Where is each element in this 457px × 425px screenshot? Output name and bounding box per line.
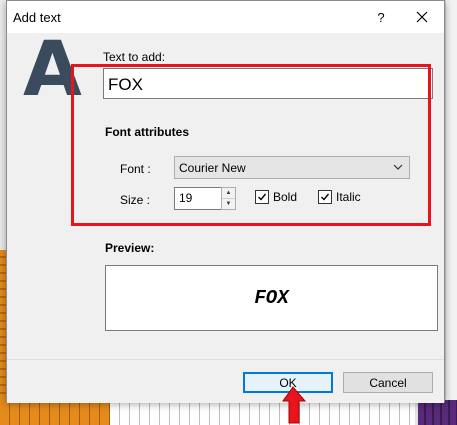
checkmark-icon [321, 193, 330, 201]
spin-down-icon[interactable]: ▼ [222, 198, 235, 209]
bold-label: Bold [273, 190, 298, 204]
chevron-down-icon [393, 164, 403, 170]
red-arrow-icon [282, 386, 307, 424]
italic-checkbox[interactable]: Italic [318, 190, 361, 204]
add-text-dialog: Add text ? A Text to add: Font attribute… [6, 0, 445, 403]
spin-up-icon[interactable]: ▲ [222, 188, 235, 198]
size-label: Size : [120, 193, 151, 207]
checkmark-icon [258, 193, 267, 201]
text-to-add-input[interactable] [103, 68, 433, 99]
preview-text: FOX [254, 287, 289, 309]
background-right-panel [445, 0, 457, 425]
preview-panel: FOX [105, 265, 438, 331]
background-color-swatch [418, 400, 457, 425]
help-button[interactable]: ? [366, 1, 396, 33]
close-icon [416, 11, 428, 23]
italic-checkbox-box[interactable] [318, 190, 332, 204]
dialog-title: Add text [13, 10, 61, 25]
font-select-value: Courier New [179, 160, 246, 175]
cancel-button[interactable]: Cancel [343, 372, 433, 393]
bold-checkbox-box[interactable] [255, 190, 269, 204]
close-button[interactable] [404, 1, 440, 33]
font-select[interactable]: Courier New [174, 156, 410, 179]
text-to-add-label: Text to add: [103, 50, 166, 64]
bold-checkbox[interactable]: Bold [255, 190, 297, 204]
size-spinner[interactable]: ▲ ▼ [221, 187, 236, 210]
preview-label: Preview: [105, 241, 155, 255]
font-label: Font : [120, 162, 151, 176]
text-tool-logo: A [23, 24, 82, 113]
italic-label: Italic [336, 190, 361, 204]
font-attributes-heading: Font attributes [105, 125, 189, 139]
size-input[interactable]: 19 [174, 187, 224, 210]
